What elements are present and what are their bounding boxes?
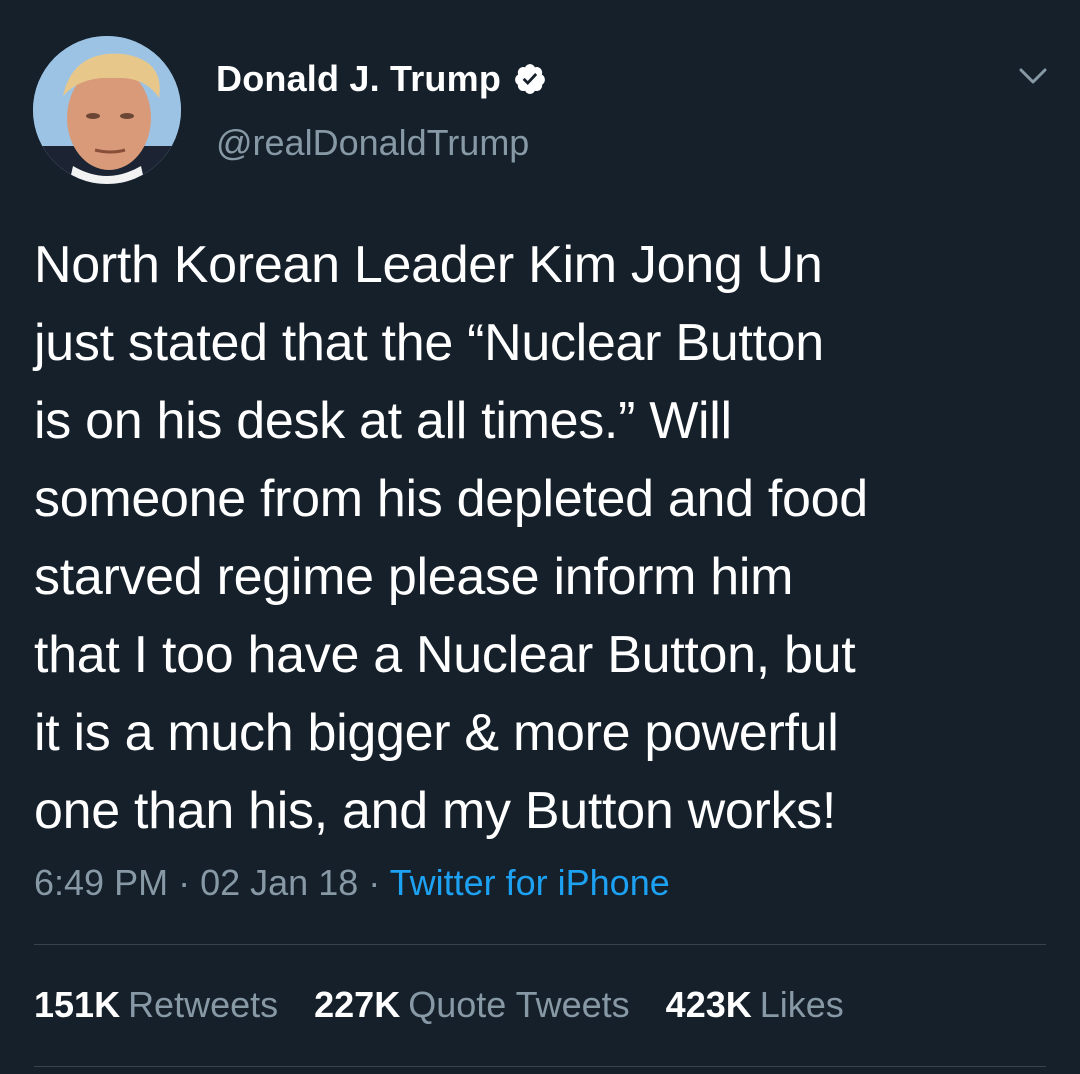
tweet-detail: Donald J. Trump @realDonaldTrump North K… — [0, 0, 1080, 1074]
tweet-text-line: one than his, and my Button works! — [34, 782, 837, 840]
retweets-count: 151K — [34, 984, 121, 1025]
quote-tweets-stat[interactable]: 227K Quote Tweets — [314, 984, 630, 1026]
divider — [34, 944, 1046, 945]
retweets-stat[interactable]: 151K Retweets — [34, 984, 278, 1026]
tweet-date: 02 Jan 18 — [200, 862, 359, 903]
author-display-name[interactable]: Donald J. Trump — [216, 58, 501, 100]
tweet-text-line: someone from his depleted and food — [34, 470, 868, 528]
tweet-text-line: that I too have a Nuclear Button, but — [34, 626, 856, 684]
divider — [34, 1066, 1046, 1067]
quote-tweets-label: Quote Tweets — [408, 984, 630, 1025]
quote-tweets-count: 227K — [314, 984, 401, 1025]
tweet-meta: 6:49 PM · 02 Jan 18 · Twitter for iPhone — [34, 862, 670, 904]
chevron-down-icon[interactable] — [1013, 62, 1053, 90]
tweet-text: North Korean Leader Kim Jong Un just sta… — [34, 226, 1044, 850]
author-name-row[interactable]: Donald J. Trump — [216, 56, 547, 102]
tweet-source-link[interactable]: Twitter for iPhone — [390, 862, 670, 903]
verified-badge-icon — [515, 64, 545, 94]
meta-separator: · — [178, 862, 191, 903]
avatar-image — [33, 36, 181, 184]
tweet-text-line: starved regime please inform him — [34, 548, 794, 606]
meta-separator: · — [368, 862, 381, 903]
likes-stat[interactable]: 423K Likes — [666, 984, 844, 1026]
tweet-stats: 151K Retweets 227K Quote Tweets 423K Likes — [34, 984, 880, 1026]
tweet-text-line: it is a much bigger & more powerful — [34, 704, 839, 762]
retweets-label: Retweets — [128, 984, 279, 1025]
avatar[interactable] — [33, 36, 181, 184]
likes-count: 423K — [665, 984, 752, 1025]
tweet-text-line: North Korean Leader Kim Jong Un — [34, 236, 823, 294]
author-handle[interactable]: @realDonaldTrump — [216, 122, 529, 164]
tweet-text-line: is on his desk at all times.” Will — [34, 392, 732, 450]
likes-label: Likes — [759, 984, 844, 1025]
tweet-time: 6:49 PM — [34, 862, 169, 903]
tweet-text-line: just stated that the “Nuclear Button — [34, 314, 824, 372]
